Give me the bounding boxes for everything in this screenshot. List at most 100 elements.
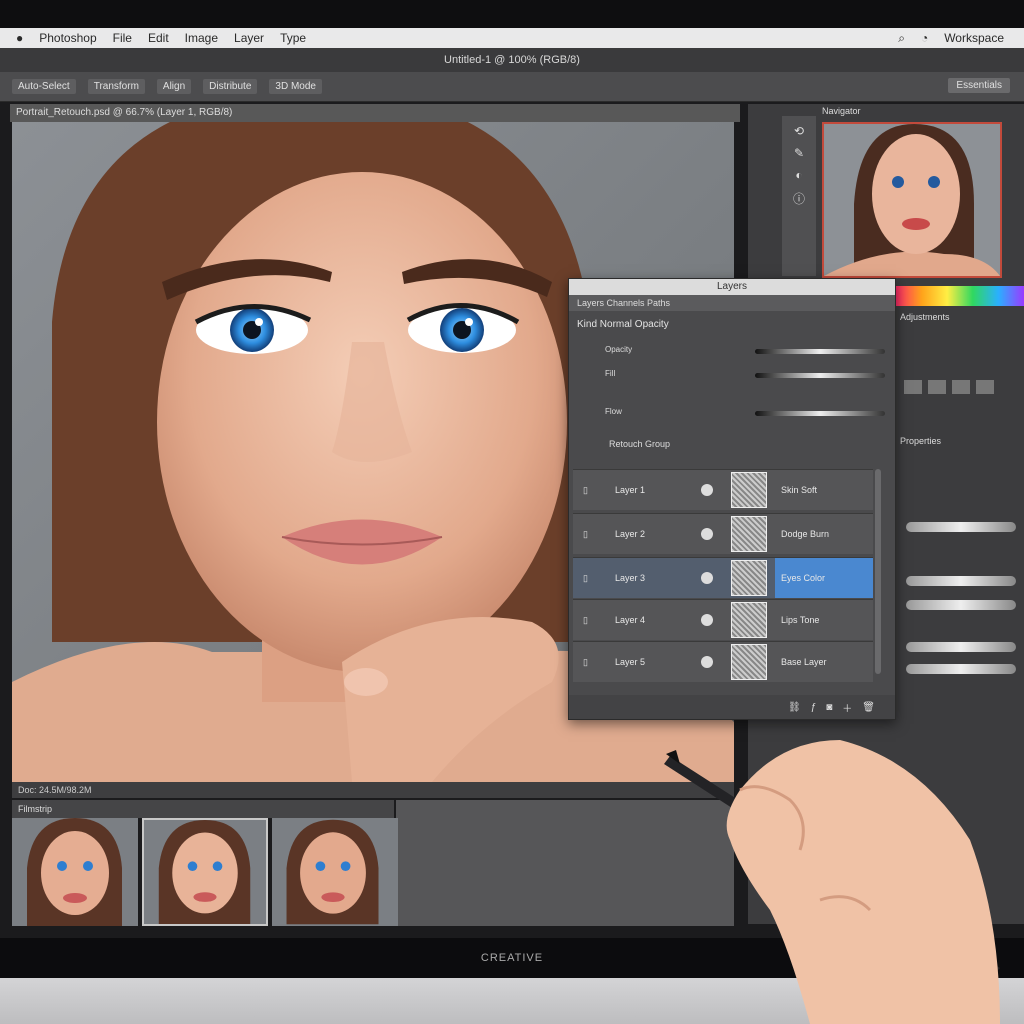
- layer-mask-thumbnail[interactable]: [731, 472, 767, 508]
- layer-label: Eyes Color: [775, 558, 873, 598]
- menu-layer[interactable]: Layer: [234, 31, 264, 45]
- hand-with-stylus: [664, 740, 1000, 1024]
- layer-name: Layer 5: [615, 657, 646, 667]
- layer-row[interactable]: ▯ Layer 1 Skin Soft: [573, 469, 873, 510]
- filmstrip-thumb-1[interactable]: [12, 818, 138, 926]
- layers-panel-tabs[interactable]: Layers Channels Paths: [569, 295, 895, 311]
- navigator-preview[interactable]: [822, 122, 1002, 278]
- layers-panel: Layers Layers Channels Paths Kind Normal…: [568, 278, 896, 720]
- filmstrip-thumb-2[interactable]: [142, 818, 268, 926]
- document-status: Doc: 24.5M/98.2M: [12, 782, 734, 798]
- portrait-thumbnail: [27, 818, 122, 926]
- layer-row[interactable]: ▯ Layer 2 Dodge Burn: [573, 513, 873, 554]
- search-icon[interactable]: ⌕: [898, 31, 905, 46]
- color-spectrum[interactable]: [896, 286, 1024, 306]
- apple-icon[interactable]: ●: [16, 31, 23, 45]
- visibility-icon[interactable]: ▯: [583, 615, 597, 626]
- property-slider-4[interactable]: [906, 642, 1016, 652]
- layer-row[interactable]: ▯ Layer 5 Base Layer: [573, 641, 873, 682]
- layer-name: Layer 2: [615, 529, 646, 539]
- document-tab[interactable]: Portrait_Retouch.psd @ 66.7% (Layer 1, R…: [10, 104, 740, 122]
- toolbar-auto-select[interactable]: Auto-Select: [12, 79, 76, 94]
- slider-opacity-track[interactable]: [755, 349, 885, 354]
- adjustment-icons: [904, 380, 1014, 398]
- layer-name: Layer 3: [615, 573, 646, 583]
- menu-app[interactable]: Photoshop: [39, 31, 96, 45]
- menu-type[interactable]: Type: [280, 31, 306, 45]
- visibility-icon[interactable]: ▯: [583, 573, 597, 584]
- menu-workspace[interactable]: Workspace: [944, 31, 1004, 45]
- layers-scrollbar[interactable]: [875, 469, 881, 674]
- layer-label: Dodge Burn: [781, 529, 830, 539]
- menu-edit[interactable]: Edit: [148, 31, 169, 45]
- portrait-preview: [824, 124, 1000, 276]
- mask-icon[interactable]: ◙: [826, 702, 832, 713]
- properties-subtitle: Properties: [900, 436, 942, 446]
- brightness-icon[interactable]: [904, 380, 922, 394]
- fx-icon[interactable]: ƒ: [811, 702, 817, 713]
- layer-mask-thumbnail[interactable]: [731, 644, 767, 680]
- portrait-thumbnail: [286, 819, 379, 925]
- link-icon[interactable]: [701, 528, 713, 540]
- window-title: Untitled-1 @ 100% (RGB/8): [0, 48, 1024, 72]
- visibility-icon[interactable]: ▯: [583, 529, 597, 540]
- info-icon[interactable]: ⓘ: [793, 190, 805, 207]
- slider-flow-track[interactable]: [755, 411, 885, 416]
- filmstrip-header: Filmstrip: [12, 800, 394, 818]
- link-icon[interactable]: [701, 614, 713, 626]
- menu-image[interactable]: Image: [185, 31, 218, 45]
- layer-group-label[interactable]: Retouch Group: [609, 439, 670, 449]
- property-slider-3[interactable]: [906, 600, 1016, 610]
- toolbar-align[interactable]: Align: [156, 79, 192, 94]
- exposure-icon[interactable]: [976, 380, 994, 394]
- visibility-icon[interactable]: ▯: [583, 657, 597, 668]
- properties-title: Adjustments: [900, 312, 950, 322]
- layer-name: Layer 4: [615, 615, 646, 625]
- slider-flow[interactable]: Flow: [605, 405, 895, 421]
- layer-label: Lips Tone: [781, 615, 820, 625]
- adjust-icon[interactable]: ◐: [795, 168, 802, 182]
- layers-panel-footer: ⛓ ƒ ◙ ＋ 🗑: [569, 695, 895, 719]
- brush-icon[interactable]: ✎: [794, 146, 804, 160]
- options-toolbar: Auto-Select Transform Align Distribute 3…: [0, 72, 1024, 102]
- slider-fill-track[interactable]: [755, 373, 885, 378]
- layer-label: Base Layer: [781, 657, 827, 667]
- link-icon[interactable]: [701, 484, 713, 496]
- filmstrip-empty-area: [396, 800, 734, 926]
- property-slider-5[interactable]: [906, 664, 1016, 674]
- slider-flow-label: Flow: [605, 407, 622, 416]
- slider-fill[interactable]: Fill: [605, 367, 895, 383]
- layer-row[interactable]: ▯ Layer 4 Lips Tone: [573, 599, 873, 640]
- layers-panel-title[interactable]: Layers: [569, 279, 895, 295]
- filmstrip-thumb-3[interactable]: [272, 818, 398, 926]
- property-slider-1[interactable]: [906, 522, 1016, 532]
- link-icon[interactable]: [701, 572, 713, 584]
- toolbar-3d-mode[interactable]: 3D Mode: [269, 79, 322, 94]
- wifi-icon: ◔: [920, 31, 929, 45]
- layers-panel-subtitle: Kind Normal Opacity: [577, 319, 669, 330]
- panel-tool-strip: ⟲ ✎ ◐ ⓘ: [782, 116, 816, 276]
- curves-icon[interactable]: [952, 380, 970, 394]
- slider-opacity[interactable]: Opacity: [605, 343, 895, 359]
- link-layers-icon[interactable]: ⛓: [788, 702, 801, 713]
- history-icon[interactable]: ⟲: [794, 124, 804, 138]
- layer-row-active[interactable]: ▯ Layer 3 Eyes Color: [573, 557, 873, 598]
- toolbar-transform[interactable]: Transform: [87, 79, 145, 94]
- menu-bar: ● Photoshop File Edit Image Layer Type ⌕…: [0, 28, 1024, 48]
- menu-file[interactable]: File: [113, 31, 132, 45]
- navigator-title: Navigator: [822, 106, 861, 116]
- visibility-icon[interactable]: ▯: [583, 485, 597, 496]
- property-slider-2[interactable]: [906, 576, 1016, 586]
- layer-mask-thumbnail[interactable]: [731, 560, 767, 596]
- monitor-bezel-top: [0, 0, 1024, 28]
- layer-mask-thumbnail[interactable]: [731, 602, 767, 638]
- levels-icon[interactable]: [928, 380, 946, 394]
- trash-icon[interactable]: 🗑: [862, 702, 875, 713]
- toolbar-distribute[interactable]: Distribute: [203, 79, 258, 94]
- workspace-switcher[interactable]: Essentials: [948, 78, 1010, 93]
- new-layer-icon[interactable]: ＋: [842, 700, 852, 715]
- layer-label: Skin Soft: [781, 485, 818, 495]
- layer-mask-thumbnail[interactable]: [731, 516, 767, 552]
- link-icon[interactable]: [701, 656, 713, 668]
- slider-fill-label: Fill: [605, 369, 616, 378]
